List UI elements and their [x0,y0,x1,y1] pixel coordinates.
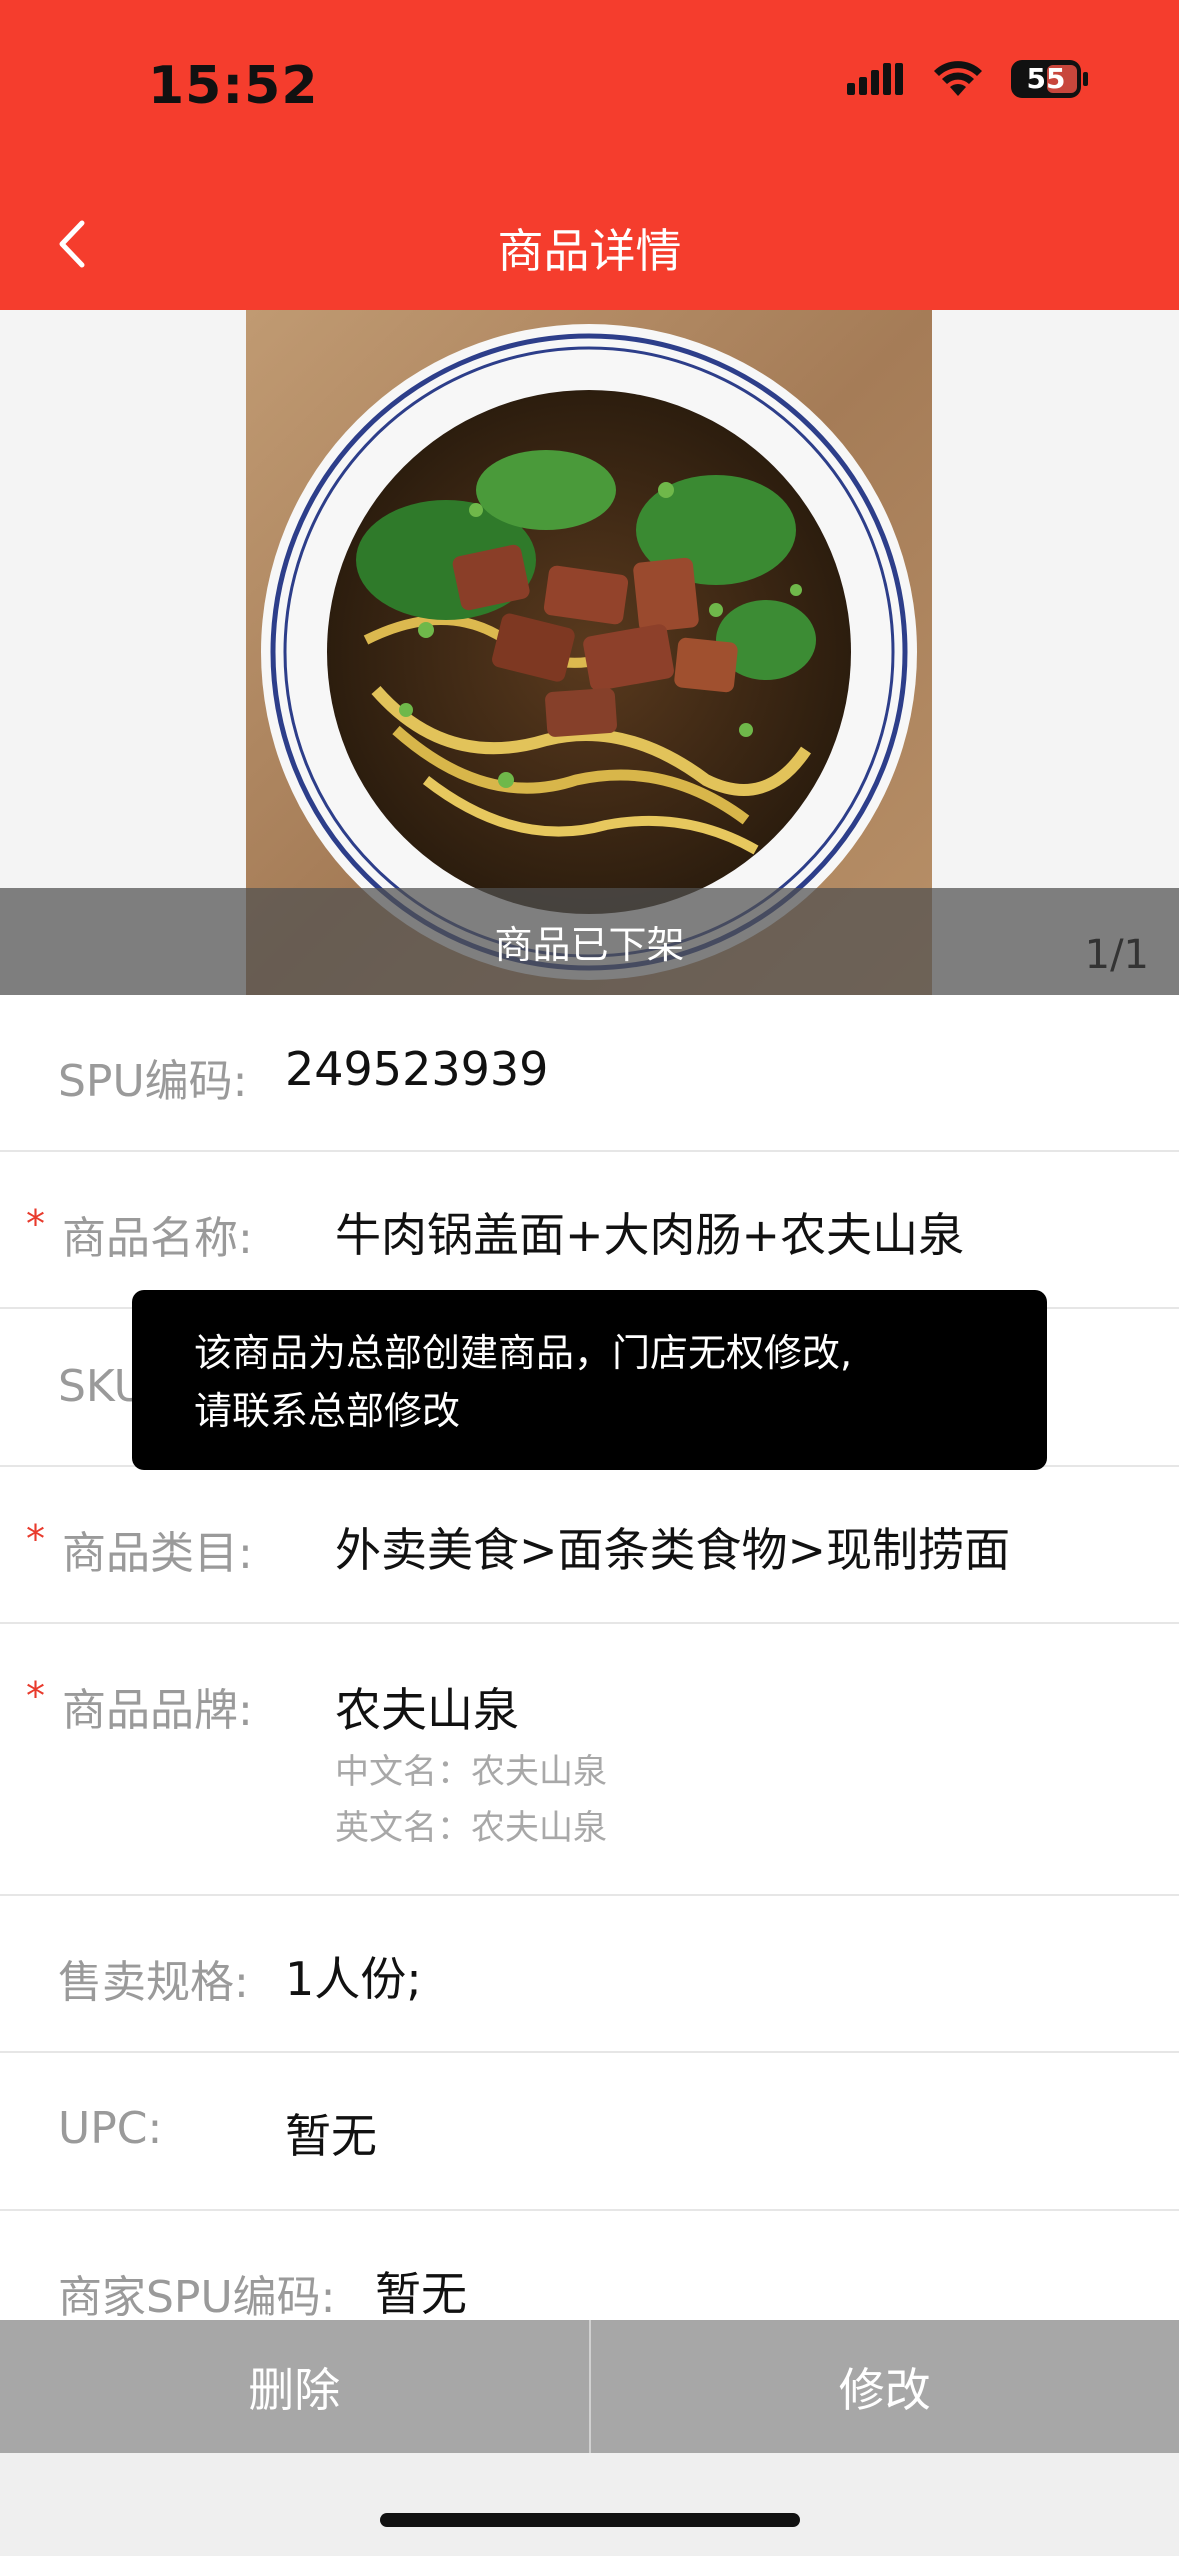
upc-value: 暂无 [285,2109,377,2163]
edit-button[interactable]: 修改 [591,2320,1179,2453]
brand-value: 农夫山泉 [335,1683,519,1737]
offline-status-banner: 商品已下架 [0,888,1179,995]
bottom-action-bar: 删除 修改 [0,2320,1179,2453]
product-name-value: 牛肉锅盖面+大肉肠+农夫山泉 [335,1208,965,1262]
brand-row[interactable]: * 商品品牌: 农夫山泉 中文名：农夫山泉 英文名：农夫山泉 [0,1624,1179,1896]
sale-spec-label: 售卖规格: [58,1957,249,2008]
status-time: 15:52 [148,56,319,116]
wifi-icon [934,61,982,96]
sale-spec-value: 1人份; [285,1952,422,2006]
navigation-bar: 商品详情 [0,175,1179,310]
status-bar: 15:52 55 [0,0,1179,175]
brand-english-name: 英文名：农夫山泉 [335,1808,607,1848]
required-marker: * [26,1674,45,1718]
required-marker: * [26,1202,45,1246]
toast-line-1: 该商品为总部创建商品，门店无权修改, [194,1331,853,1375]
product-image-gallery[interactable]: 商品已下架 1/1 [0,310,1179,995]
brand-chinese-name: 中文名：农夫山泉 [335,1752,607,1792]
system-icons: 55 [845,60,1089,98]
merchant-spu-label: 商家SPU编码: [58,2272,336,2323]
spu-code-label: SPU编码: [58,1056,248,1107]
toast-line-2: 请联系总部修改 [194,1389,461,1433]
battery-icon: 55 [1011,60,1089,98]
spu-code-row: SPU编码: 249523939 [0,995,1179,1152]
upc-label: UPC: [58,2103,163,2154]
home-indicator[interactable] [380,2513,800,2527]
spu-code-value: 249523939 [285,1042,549,1096]
home-indicator-area [0,2453,1179,2556]
cellular-signal-icon [847,63,903,95]
battery-level: 55 [1026,62,1066,95]
sale-spec-row: 售卖规格: 1人份; [0,1896,1179,2053]
upc-row: UPC: 暂无 [0,2053,1179,2211]
merchant-spu-value: 暂无 [375,2267,467,2321]
product-name-row[interactable]: * 商品名称: 牛肉锅盖面+大肉肠+农夫山泉 [0,1152,1179,1309]
image-page-indicator: 1/1 [1084,932,1149,978]
category-value: 外卖美食>面条类食物>现制捞面 [335,1523,1011,1577]
permission-toast: 该商品为总部创建商品，门店无权修改, 请联系总部修改 [132,1290,1047,1470]
category-label: 商品类目: [62,1528,253,1579]
page-title: 商品详情 [497,224,682,278]
brand-label: 商品品牌: [62,1685,253,1736]
delete-button[interactable]: 删除 [0,2320,589,2453]
product-detail-list: SPU编码: 249523939 * 商品名称: 牛肉锅盖面+大肉肠+农夫山泉 … [0,995,1179,2361]
product-name-label: 商品名称: [62,1213,253,1264]
required-marker: * [26,1517,45,1561]
category-row[interactable]: * 商品类目: 外卖美食>面条类食物>现制捞面 [0,1467,1179,1624]
